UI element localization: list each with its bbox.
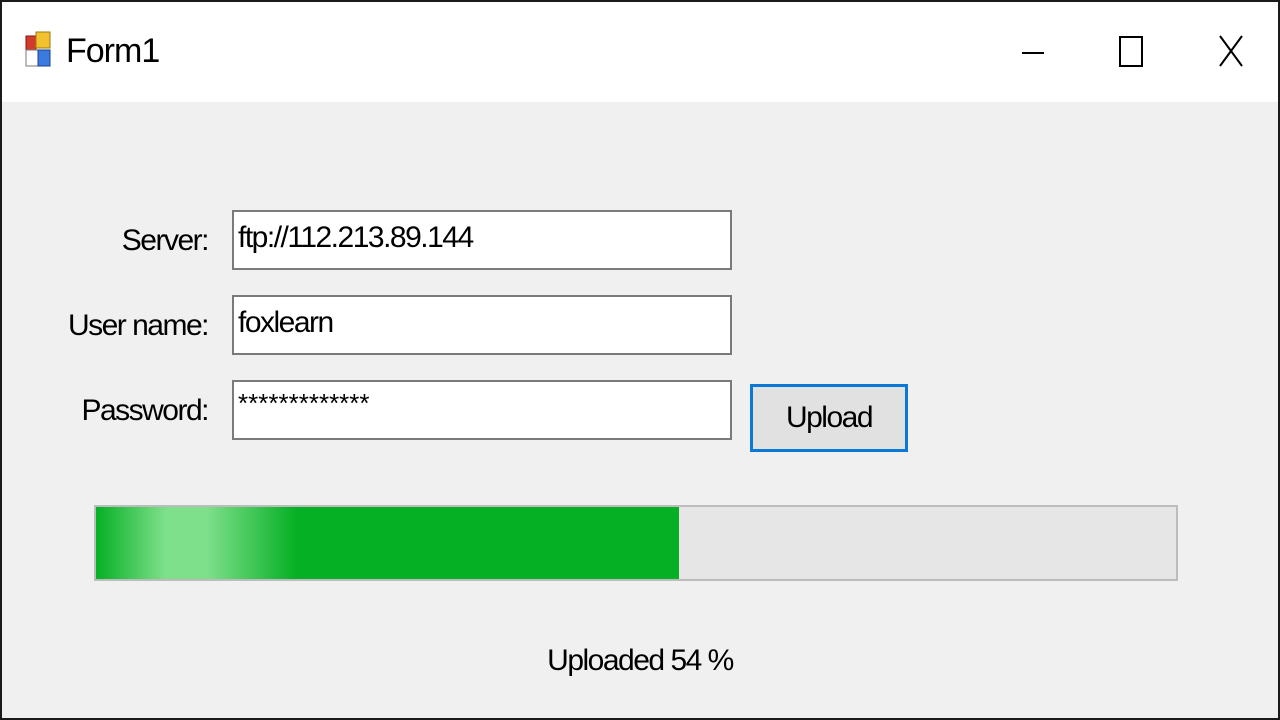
minimize-icon[interactable] — [992, 22, 1072, 82]
maximize-icon[interactable] — [1090, 22, 1170, 82]
window-title: Form1 — [66, 32, 160, 70]
server-input[interactable]: ftp://112.213.89.144 — [232, 210, 732, 270]
password-label: Password: — [81, 394, 209, 427]
password-input-value: ************* — [238, 388, 370, 418]
server-input-value: ftp://112.213.89.144 — [238, 221, 474, 254]
form1-window: Form1 Server: ftp://112.213.89.144 User … — [0, 0, 1280, 720]
close-icon[interactable] — [1190, 22, 1270, 82]
title-bar[interactable]: Form1 — [2, 2, 1278, 102]
username-input[interactable]: foxlearn — [232, 295, 732, 355]
progress-fill — [96, 507, 680, 579]
upload-status-label: Uploaded 54 % — [547, 644, 734, 677]
password-input[interactable]: ************* — [232, 380, 732, 440]
winforms-app-icon — [24, 30, 54, 72]
upload-progress-bar — [94, 505, 1178, 581]
username-input-value: foxlearn — [238, 306, 334, 339]
upload-button[interactable]: Upload — [750, 384, 908, 452]
username-label: User name: — [67, 309, 210, 342]
server-label: Server: — [121, 224, 210, 257]
